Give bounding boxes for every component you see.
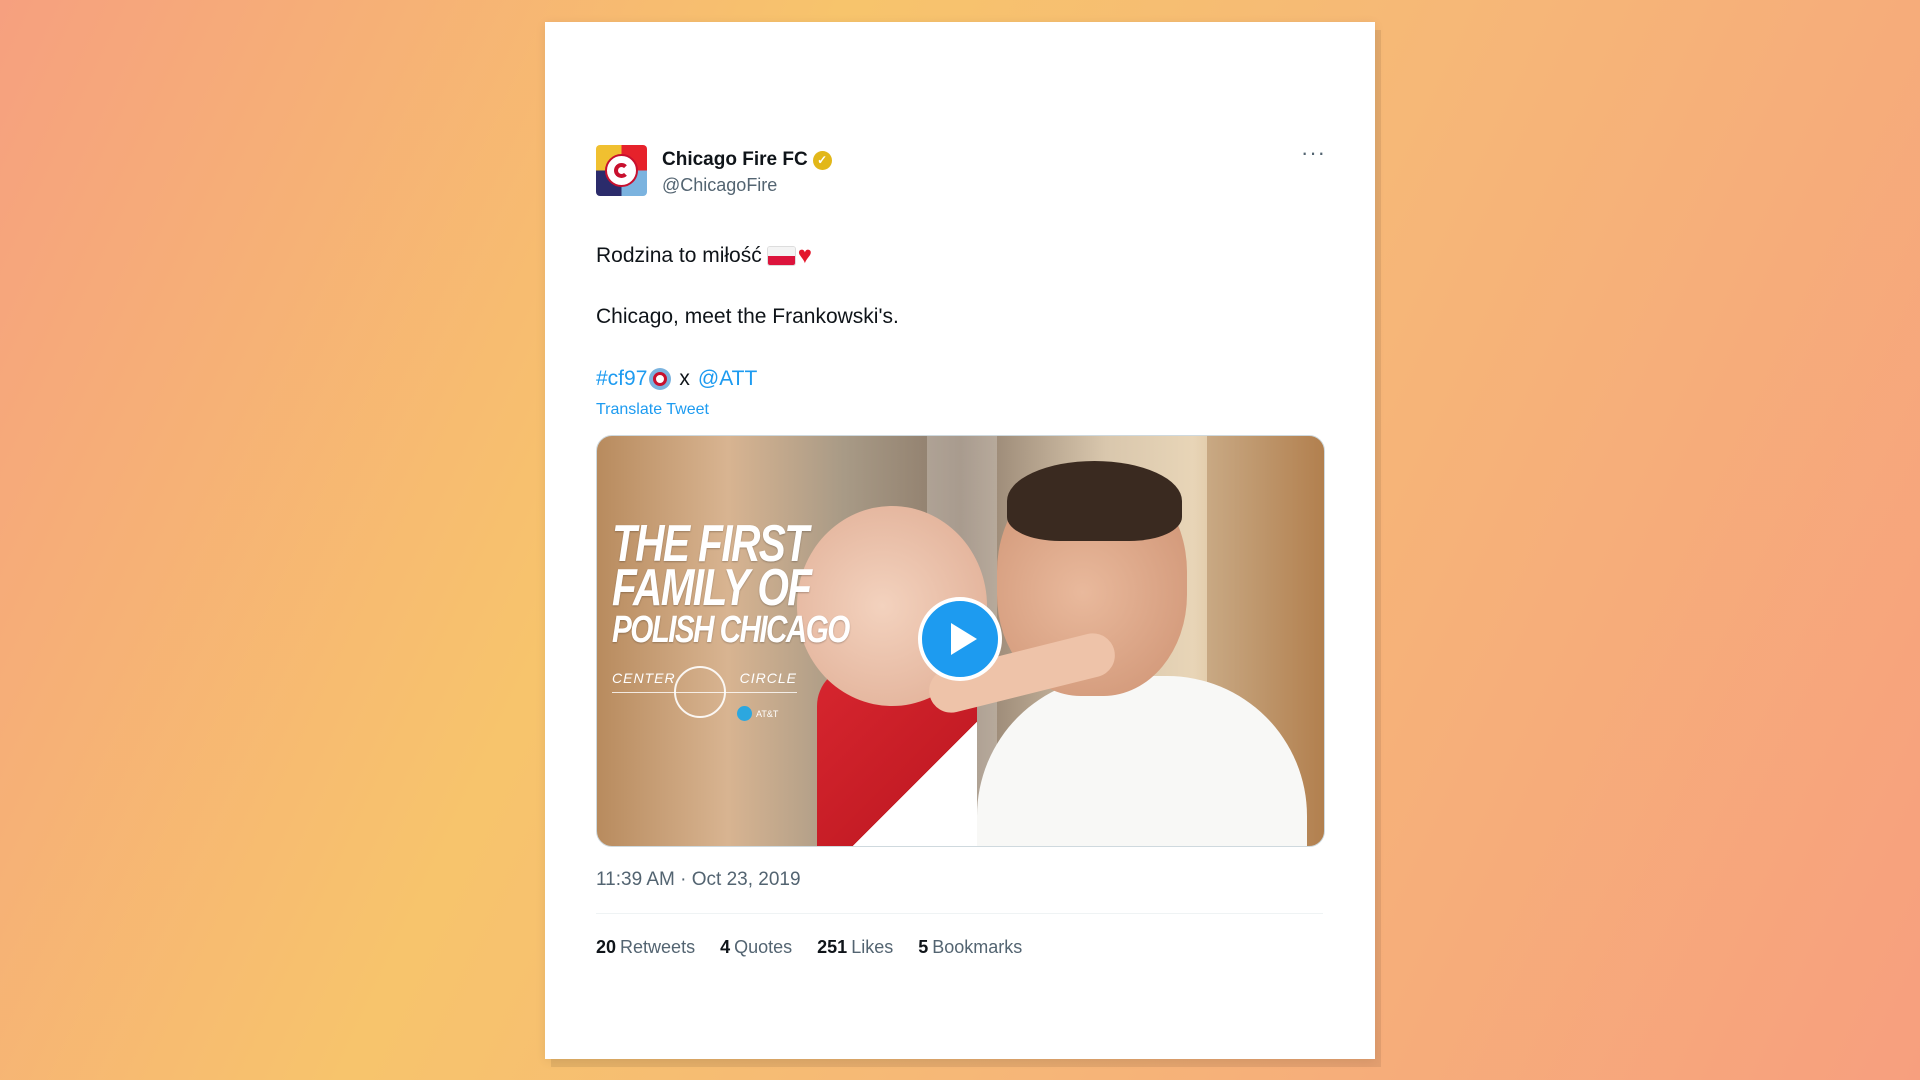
likes-label: Likes: [851, 937, 894, 957]
bookmarks-stat[interactable]: 5 Bookmarks: [918, 937, 1022, 958]
retweets-label: Retweets: [620, 937, 696, 957]
bookmarks-count: 5: [918, 937, 929, 957]
video-title-line-2: FAMILY OF: [612, 559, 812, 617]
sponsor-name: AT&T: [756, 708, 779, 719]
play-button[interactable]: [918, 597, 1002, 681]
tweet-text-line-2: Chicago, meet the Frankowski's.: [596, 305, 899, 328]
tweet-text-line-1: Rodzina to miłość ♥: [596, 244, 812, 268]
red-heart-icon: ♥: [797, 242, 812, 269]
retweets-stat[interactable]: 20 Retweets: [596, 937, 695, 958]
quotes-label: Quotes: [734, 937, 793, 957]
tweet-text-polish: Rodzina to miłość: [596, 244, 762, 267]
series-name-left: CENTER: [612, 670, 676, 686]
tweet-text-line-3: #cf97 x @ATT: [596, 367, 757, 391]
quotes-stat[interactable]: 4 Quotes: [720, 937, 792, 958]
center-circle-icon: [674, 666, 726, 718]
likes-count: 251: [817, 937, 848, 957]
divider: [596, 913, 1323, 914]
tweet-timestamp[interactable]: 11:39 AM · Oct 23, 2019: [596, 869, 801, 891]
translate-tweet-link[interactable]: Translate Tweet: [596, 401, 709, 419]
poland-flag-icon: [767, 247, 795, 265]
video-title-line-3: POLISH CHICAGO: [612, 609, 850, 651]
quotes-count: 4: [720, 937, 731, 957]
play-icon: [950, 623, 977, 655]
bookmarks-label: Bookmarks: [932, 937, 1023, 957]
verified-badge-icon: ✓: [812, 150, 832, 170]
retweets-count: 20: [596, 937, 617, 957]
chicago-fire-crest-icon: [605, 154, 638, 187]
more-options-icon[interactable]: ···: [1301, 142, 1326, 164]
sponsor-logo: AT&T: [737, 706, 778, 721]
author-handle[interactable]: @ChicagoFire: [662, 175, 777, 196]
name-line: Chicago Fire FC ✓: [662, 149, 832, 171]
avatar[interactable]: [596, 145, 647, 196]
att-globe-icon: [737, 706, 752, 721]
video-title-overlay: THE FIRST FAMILY OF POLISH CHICAGO CENTE…: [612, 518, 850, 721]
tweet-card: Chicago Fire FC ✓ @ChicagoFire ··· Rodzi…: [545, 22, 1375, 1059]
chicago-fire-hashtag-icon: [649, 368, 672, 390]
video-media[interactable]: THE FIRST FAMILY OF POLISH CHICAGO CENTE…: [596, 435, 1325, 847]
author-display-name[interactable]: Chicago Fire FC: [662, 149, 808, 171]
likes-stat[interactable]: 251 Likes: [817, 937, 893, 958]
tweet-header: Chicago Fire FC ✓ @ChicagoFire ···: [596, 142, 1326, 199]
center-circle-logo: CENTER CIRCLE AT&T: [612, 664, 797, 721]
collab-separator: x: [679, 367, 690, 390]
mention-link[interactable]: @ATT: [698, 367, 757, 391]
tweet-stats: 20 Retweets 4 Quotes 251 Likes 5 Bookmarks: [596, 937, 1047, 958]
hashtag-link[interactable]: #cf97: [596, 367, 647, 391]
series-name-right: CIRCLE: [739, 670, 797, 686]
video-man-hair: [1007, 461, 1182, 541]
